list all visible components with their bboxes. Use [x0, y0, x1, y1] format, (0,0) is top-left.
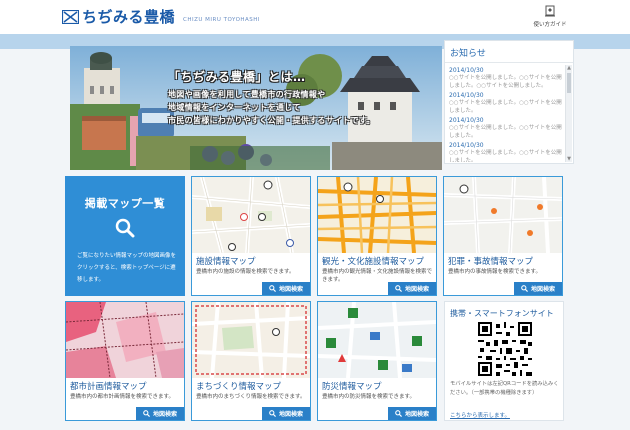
site-title: ちぢみる豊橋: [82, 8, 176, 26]
map-search-label: 地図検索: [530, 286, 555, 293]
map-search-button[interactable]: 地図検索: [388, 282, 436, 295]
tourism-map-thumbnail: [318, 177, 436, 253]
search-icon: [115, 218, 135, 238]
scroll-down-icon[interactable]: ▼: [566, 156, 572, 162]
search-icon: [521, 285, 528, 292]
scroll-thumb[interactable]: [567, 73, 571, 93]
news-text: ○○サイトを公開しました。○○サイトを公開しました。: [449, 100, 562, 114]
facilities-map-thumbnail: [192, 177, 310, 253]
map-search-button[interactable]: 地図検索: [262, 282, 310, 295]
mobile-title: 携帯・スマートフォンサイト: [450, 309, 554, 318]
guide-label: 使い方ガイド: [533, 22, 567, 28]
map-search-label: 地図検索: [152, 411, 177, 418]
city-planning-map-thumbnail: [66, 302, 184, 378]
news-scrollbar[interactable]: ▲ ▼: [565, 65, 572, 162]
tile-title: まちづくり情報マップ: [196, 382, 282, 392]
news-list[interactable]: 2014/10/30 ○○サイトを公開しました。○○サイトを公開しました。○○サ…: [449, 65, 565, 162]
map-search-label: 地図検索: [278, 411, 303, 418]
map-tile-disaster-prevention[interactable]: 防災情報マップ 豊橋市内の防災情報を検索できます。 地図検索: [317, 301, 437, 421]
news-header: お知らせ: [445, 41, 573, 63]
search-icon: [395, 285, 402, 292]
search-icon: [395, 410, 402, 417]
map-list-title: 掲載マップ一覧: [84, 197, 166, 210]
site-header: ちぢみる豊橋 CHIZU MIRU TOYOHASHI 使い方ガイド: [0, 0, 630, 34]
news-item[interactable]: 2014/10/30 ○○サイトを公開しました。○○サイトを公開しました。○○サ…: [449, 67, 565, 90]
tile-title: 防災情報マップ: [322, 382, 382, 392]
hero-text: 「ちぢみる豊橋」とは… 地図や画像を利用して豊橋市の行政情報や 地域情報をインタ…: [168, 68, 438, 126]
hero-banner: 「ちぢみる豊橋」とは… 地図や画像を利用して豊橋市の行政情報や 地域情報をインタ…: [70, 46, 442, 170]
guide-link[interactable]: 使い方ガイド: [528, 5, 572, 28]
news-date: 2014/10/30: [449, 117, 484, 124]
search-icon: [269, 285, 276, 292]
disaster-prevention-map-thumbnail: [318, 302, 436, 378]
qr-code-icon: [478, 322, 532, 376]
map-search-label: 地図検索: [278, 286, 303, 293]
news-text: ○○サイトを公開しました。○○サイトを公開しました。○○サイトを公開しました。: [449, 75, 562, 89]
mobile-desc: モバイルサイトは左記QRコードを読み込みください。（一部携帯の機種除きます）: [450, 381, 559, 396]
hero-line: 市民の皆様にわかりやすく公開・提供するサイトです。: [168, 116, 375, 125]
map-search-label: 地図検索: [404, 411, 429, 418]
book-icon: [545, 5, 555, 17]
search-icon: [143, 410, 150, 417]
map-list-desc: ご覧になりたい情報マップの地図画像をクリックすると、検索トップページに遷移します…: [77, 253, 177, 283]
site-logo[interactable]: ちぢみる豊橋 CHIZU MIRU TOYOHASHI: [62, 9, 260, 25]
tile-desc: 豊橋市内の都市計画情報を検索できます。: [70, 394, 174, 400]
search-icon: [269, 410, 276, 417]
crime-map-thumbnail: [444, 177, 562, 253]
news-item[interactable]: 2014/10/30 ○○サイトを公開しました。○○サイトを公開しました。: [449, 117, 565, 140]
map-tile-facilities[interactable]: 施設情報マップ 豊橋市内の施設の情報を検索できます。 地図検索: [191, 176, 311, 296]
tile-desc: 豊橋市内の施設の情報を検索できます。: [196, 269, 295, 275]
map-search-button[interactable]: 地図検索: [514, 282, 562, 295]
tile-desc: 豊橋市内のまちづくり情報を検索できます。: [196, 394, 306, 400]
news-date: 2014/10/30: [449, 67, 484, 74]
news-text: ○○サイトを公開しました。○○サイトを公開しました。: [449, 125, 562, 139]
tile-title: 観光・文化施設情報マップ: [322, 257, 425, 267]
map-search-button[interactable]: 地図検索: [388, 407, 436, 420]
scroll-up-icon[interactable]: ▲: [566, 65, 572, 71]
tile-desc: 豊橋市内の防災情報を検索できます。: [322, 394, 415, 400]
map-search-label: 地図検索: [404, 286, 429, 293]
news-item[interactable]: 2014/10/30 ○○サイトを公開しました。○○サイトを公開しました。: [449, 92, 565, 115]
hero-title: 「ちぢみる豊橋」とは…: [168, 70, 306, 84]
map-search-button[interactable]: 地図検索: [136, 407, 184, 420]
map-tile-city-planning[interactable]: 都市計画情報マップ 豊橋市内の都市計画情報を検索できます。 地図検索: [65, 301, 185, 421]
tile-desc: 豊橋市内の事故情報を検索できます。: [448, 269, 541, 275]
map-tile-tourism[interactable]: 観光・文化施設情報マップ 豊橋市内の観光情報・文化施設情報を検索できます。 地図…: [317, 176, 437, 296]
news-date: 2014/10/30: [449, 142, 484, 149]
news-text: ○○サイトを公開しました。○○サイトを公開しました。: [449, 150, 562, 162]
tile-title: 都市計画情報マップ: [70, 382, 147, 392]
news-item[interactable]: 2014/10/30 ○○サイトを公開しました。○○サイトを公開しました。: [449, 142, 565, 162]
hero-line: 地域情報をインターネットを通じて: [168, 103, 301, 112]
map-tile-crime[interactable]: 犯罪・事故情報マップ 豊橋市内の事故情報を検索できます。 地図検索: [443, 176, 563, 296]
map-tile-town-development[interactable]: まちづくり情報マップ 豊橋市内のまちづくり情報を検索できます。 地図検索: [191, 301, 311, 421]
news-title: お知らせ: [450, 49, 486, 59]
logo-icon: [62, 10, 79, 24]
map-list-tile[interactable]: 掲載マップ一覧 ご覧になりたい情報マップの地図画像をクリックすると、検索トップペ…: [65, 176, 185, 296]
tile-title: 犯罪・事故情報マップ: [448, 257, 534, 267]
map-search-button[interactable]: 地図検索: [262, 407, 310, 420]
news-panel: お知らせ 2014/10/30 ○○サイトを公開しました。○○サイトを公開しまし…: [444, 40, 574, 164]
site-subtitle: CHIZU MIRU TOYOHASHI: [183, 16, 261, 23]
tile-title: 施設情報マップ: [196, 257, 256, 267]
mobile-site-panel: 携帯・スマートフォンサイト モバイルサイトは左記QRコードを読み込みください。（…: [444, 301, 564, 421]
town-development-map-thumbnail: [192, 302, 310, 378]
hero-line: 地図や画像を利用して豊橋市の行政情報や: [168, 90, 326, 99]
mobile-site-link[interactable]: こちらから表示します。: [450, 411, 510, 419]
news-date: 2014/10/30: [449, 92, 484, 99]
